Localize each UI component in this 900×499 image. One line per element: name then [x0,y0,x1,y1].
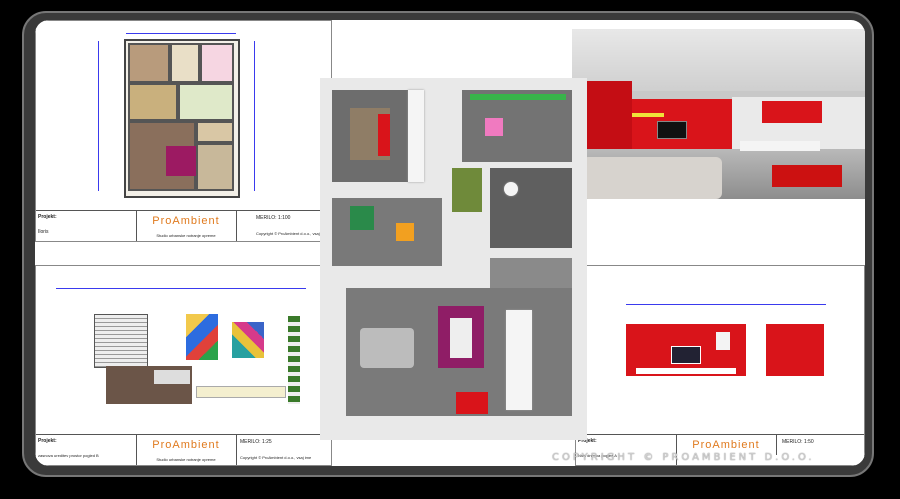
sofa [582,157,722,199]
dining-table [740,141,820,151]
logo-subtitle: Studio urbanske notranje opreme [136,455,237,465]
room-kitchen [196,143,234,191]
painting-1 [186,314,218,360]
tv [657,121,687,139]
room-kids [170,43,200,83]
logo-subtitle: Studio urbanske notranje opreme [136,231,237,241]
room-bath [200,43,234,83]
copyright-text: Copyright © ProAmbient d.o.o., vsaj ime [256,231,328,236]
red-kitchen-wall [762,101,822,123]
title-block-right: MERILO: 1:100 Copyright © ProAmbient d.o… [236,211,331,241]
dim-line-left [98,41,99,191]
projekt-label: Projekt: [38,214,57,220]
sofa-3d [360,328,414,368]
hall-3d [452,168,482,212]
room-study-3d [332,198,442,266]
study-rug [350,206,374,230]
entry-rug-3d [456,392,488,414]
scale-label: MERILO: 1:100 [256,215,291,221]
red-rug [772,165,842,187]
elevation-b-sheet: Projekt: zasnova ureditev prostor pogled… [35,265,332,466]
window-shade [94,314,148,368]
cushion [154,370,190,384]
kids-desk [485,118,503,136]
copyright-text: Copyright © ProAmbient d.o.o., vsaj ime [240,455,312,460]
dim-line-top [56,288,306,289]
bedroom-accent [378,114,390,156]
proambient-logo: ProAmbient [136,211,237,231]
project-name: zasnova ureditev prostor pogled B [38,453,99,458]
proambient-logo: ProAmbient [136,435,237,455]
dim-line-top [626,304,826,305]
interior-render [572,29,865,199]
study-table [396,223,414,241]
dim-line-top [126,33,236,34]
floor-plan-3d [320,78,587,440]
title-block: Projekt: Iloris ProAmbient Studio urbans… [36,210,331,241]
room-bedroom [128,43,170,83]
floor-plan-sheet: Projekt: Iloris ProAmbient Studio urbans… [35,20,332,242]
room-dining [166,146,196,176]
tv-screen [671,346,701,364]
project-name: Iloris [38,229,49,235]
room-bath-3d [490,168,572,248]
painting-2 [232,322,264,358]
wardrobe-3d [408,90,424,182]
plan-drawing [124,39,240,198]
low-cabinet [196,386,286,398]
shelf [632,113,664,117]
kids-shelf [470,94,566,100]
title-block-right: MERILO: 1:25 Copyright © ProAmbient d.o.… [236,435,331,465]
elevation-a-sheet: Projekt: Nivo dnevna pogled A ProAmbient… [575,265,865,466]
tv-cabinet [636,368,736,374]
plant-shelf [288,316,300,404]
scale-label: MERILO: 1:25 [240,439,272,445]
room-kids-3d [462,90,572,162]
red-side-wall [766,324,824,376]
room-study [128,83,178,121]
dining-table-3d [450,318,472,358]
projekt-label: Projekt: [38,438,57,444]
scale-label: MERILO: 1:50 [782,439,814,445]
title-block-left: Projekt: Iloris [36,211,137,241]
room-stairs [196,121,234,143]
bath-fixtures [504,182,518,196]
wall-art [716,332,730,350]
kitchen-counter-3d [506,310,532,410]
collage-canvas: Projekt: Iloris ProAmbient Studio urbans… [35,20,865,466]
dim-line-right [254,41,255,191]
room-hall [178,83,234,121]
title-block-left: Projekt: zasnova ureditev prostor pogled… [36,435,137,465]
copyright-watermark: COPYRIGHT © PROAMBIENT D.O.O. [552,452,815,463]
title-block: Projekt: zasnova ureditev prostor pogled… [36,434,331,465]
